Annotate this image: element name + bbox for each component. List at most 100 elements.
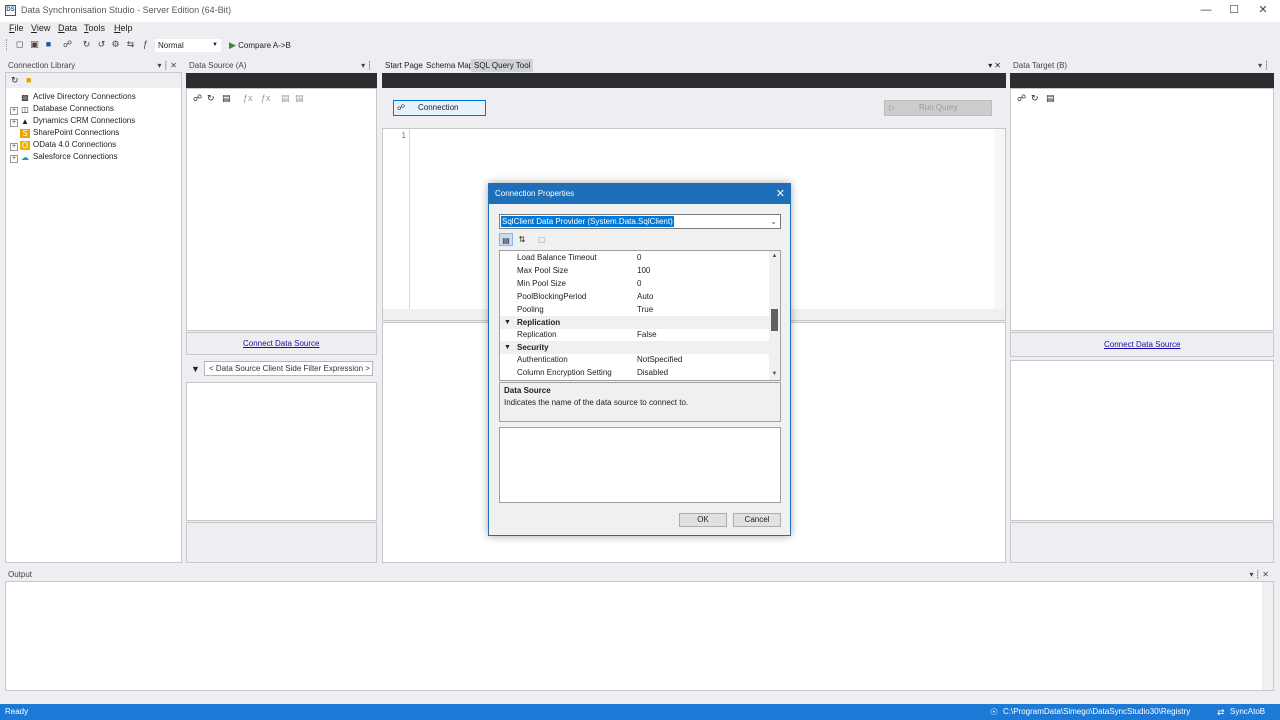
scroll-up-icon[interactable]: ▲ — [769, 251, 780, 262]
chevron-down-icon: ▼ — [212, 42, 218, 48]
tree-item-database[interactable]: + ◫ Database Connections — [10, 103, 114, 115]
filter-expression-input[interactable]: < Data Source Client Side Filter Express… — [204, 361, 373, 376]
expand-icon[interactable]: + — [10, 155, 18, 163]
schema-icon[interactable]: ▤ — [222, 93, 231, 104]
folder-icon[interactable]: ■ — [26, 75, 31, 85]
compare-button[interactable]: ▶ Compare A->B — [229, 39, 291, 52]
output-header: Output ▾┊✕ — [5, 568, 1274, 581]
menu-view[interactable]: View — [31, 23, 50, 33]
connect-icon[interactable]: ☍ — [193, 93, 202, 104]
tree-item-sharepoint[interactable]: +SSharePoint Connections — [10, 127, 119, 139]
provider-select[interactable]: SqlClient Data Provider (System.Data.Sql… — [499, 214, 781, 229]
play-icon: ▶ — [229, 40, 236, 50]
tab-sql-query-tool[interactable]: SQL Query Tool — [471, 59, 534, 72]
connection-string-box[interactable] — [499, 427, 781, 503]
connection-button[interactable]: ☍ Connection — [393, 100, 486, 116]
output-title: Output — [8, 570, 33, 579]
expand-icon[interactable]: + — [10, 119, 18, 127]
refresh-source-icon[interactable]: ↻ — [81, 39, 92, 50]
mode-select-value: Normal — [158, 41, 184, 50]
play-icon: ▷ — [889, 103, 896, 112]
menu-data[interactable]: Data — [58, 23, 77, 33]
ok-button[interactable]: OK — [679, 513, 727, 527]
expand-icon[interactable]: + — [10, 143, 18, 151]
active-directory-icon: ▩ — [21, 93, 29, 102]
provider-select-value: SqlClient Data Provider (System.Data.Sql… — [501, 216, 674, 227]
tree-item-dynamics-crm[interactable]: + ▲ Dynamics CRM Connections — [10, 115, 135, 127]
sort-alphabetical-icon[interactable]: ⇅ — [515, 233, 529, 246]
sync-direction: SyncAtoB — [1230, 707, 1266, 716]
property-grid-scrollbar[interactable]: ▲ ▼ — [769, 251, 780, 380]
status-bar: Ready ☉ C:\ProgramData\Simego\DataSyncSt… — [0, 704, 1280, 720]
app-logo-icon: DS — [5, 5, 16, 16]
mode-select[interactable]: Normal ▼ — [155, 39, 221, 52]
close-icon[interactable]: ✕ — [776, 184, 785, 204]
new-project-icon[interactable]: ◻ — [14, 39, 25, 50]
data-source-tree: ☍ ↻ ▤ ƒx ƒx ▤ ▤ — [186, 88, 377, 331]
panel-controls-icon[interactable]: ▾┊✕ — [157, 59, 179, 72]
connect-data-source-link[interactable]: Connect Data Source — [243, 339, 320, 348]
editor-vertical-scrollbar[interactable] — [994, 129, 1005, 309]
property-row[interactable]: Pooling True — [500, 303, 770, 316]
output-panel — [5, 581, 1274, 691]
categorized-icon[interactable]: ▤ — [499, 233, 513, 246]
minimize-button[interactable]: — — [1198, 3, 1214, 17]
tab-schema-map[interactable]: Schema Map — [423, 59, 476, 72]
property-row[interactable]: Authentication NotSpecified — [500, 353, 770, 366]
window-title: Data Synchronisation Studio - Server Edi… — [21, 5, 232, 15]
output-scrollbar[interactable] — [1262, 582, 1273, 690]
menu-tools[interactable]: Tools — [84, 23, 105, 33]
connect-data-target-link[interactable]: Connect Data Source — [1104, 340, 1181, 349]
tab-controls-icon[interactable]: ▾✕ — [988, 59, 1003, 72]
property-row[interactable]: Load Balance Timeout 0 — [500, 251, 770, 264]
panel-controls-icon[interactable]: ▾┊✕ — [1249, 568, 1271, 581]
property-grid[interactable]: Load Balance Timeout 0 Max Pool Size 100 M… — [499, 250, 781, 381]
property-description: Data Source Indicates the name of the da… — [499, 382, 781, 422]
properties-icon[interactable]: ▤ — [295, 93, 304, 104]
document-strip — [382, 73, 1006, 88]
tree-item-active-directory[interactable]: +▩Active Directory Connections — [10, 91, 136, 103]
menu-file[interactable]: File — [9, 23, 24, 33]
run-query-button[interactable]: ▷ Run Query — [884, 100, 992, 116]
function-clear-icon[interactable]: ƒx — [261, 93, 271, 103]
window-titlebar: DS Data Synchronisation Studio - Server … — [0, 0, 1280, 22]
refresh-icon[interactable]: ↻ — [207, 93, 215, 104]
filter-icon[interactable]: ▼ — [191, 364, 200, 374]
maximize-button[interactable]: ☐ — [1226, 3, 1242, 17]
refresh-icon[interactable]: ↻ — [1031, 93, 1039, 104]
connect-icon[interactable]: ☍ — [62, 39, 73, 50]
panel-controls-icon[interactable]: ▾┊ — [361, 59, 374, 72]
dialog-title: Connection Properties — [495, 189, 575, 198]
settings-icon[interactable]: ⚙ — [110, 39, 121, 50]
cancel-button[interactable]: Cancel — [733, 513, 781, 527]
property-row[interactable]: Max Pool Size 100 — [500, 264, 770, 277]
property-row[interactable]: Min Pool Size 0 — [500, 277, 770, 290]
scrollbar-thumb[interactable] — [771, 309, 778, 331]
expand-icon[interactable]: + — [10, 107, 18, 115]
property-pages-icon[interactable]: ▢ — [535, 233, 549, 246]
panel-controls-icon[interactable]: ▾┊ — [1258, 59, 1271, 72]
preview-icon[interactable]: ▤ — [281, 93, 290, 104]
open-project-icon[interactable]: ▣ — [29, 39, 40, 50]
tab-start-page[interactable]: Start Page — [382, 59, 426, 72]
dialog-titlebar: Connection Properties ✕ — [489, 184, 790, 204]
connection-library-toolbar: ↻ ■ — [6, 73, 181, 88]
function-icon[interactable]: ƒx — [243, 93, 253, 103]
scroll-down-icon[interactable]: ▼ — [769, 369, 780, 380]
refresh-target-icon[interactable]: ↺ — [96, 39, 107, 50]
property-row[interactable]: PoolBlockingPeriod Auto — [500, 290, 770, 303]
data-target-strip — [1010, 73, 1274, 88]
close-window-button[interactable]: ✕ — [1255, 3, 1271, 17]
property-row[interactable]: Column Encryption Setting Disabled — [500, 366, 770, 379]
schema-icon[interactable]: ▤ — [1046, 93, 1055, 104]
swap-icon[interactable]: ⇆ — [125, 39, 136, 50]
tree-item-salesforce[interactable]: + ☁ Salesforce Connections — [10, 151, 118, 163]
refresh-icon[interactable]: ↻ — [11, 75, 19, 86]
tree-item-odata[interactable]: + O OData 4.0 Connections — [10, 139, 116, 151]
save-icon[interactable]: ■ — [43, 39, 54, 50]
function-icon[interactable]: ƒ — [140, 39, 151, 50]
toolbar-grip[interactable] — [6, 39, 9, 51]
property-row[interactable]: Replication False — [500, 328, 770, 341]
menu-help[interactable]: Help — [114, 23, 133, 33]
connect-icon[interactable]: ☍ — [1017, 93, 1026, 104]
